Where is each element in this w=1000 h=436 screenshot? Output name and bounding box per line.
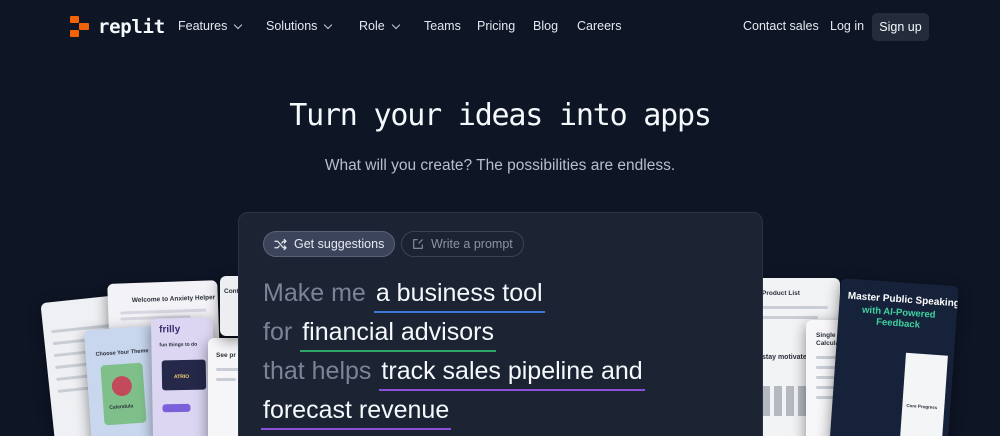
get-suggestions-label: Get suggestions xyxy=(294,237,385,251)
prompt-value-audience[interactable]: financial advisors xyxy=(300,318,496,352)
brand-logo[interactable]: replit xyxy=(70,16,165,38)
write-prompt-tab[interactable]: Write a prompt xyxy=(401,231,524,257)
nav-teams[interactable]: Teams xyxy=(424,19,461,33)
choose-theme-label: Choose Your Theme xyxy=(95,348,149,358)
nav-role[interactable]: Role xyxy=(359,19,400,33)
replit-logo-icon xyxy=(70,16,90,38)
prompt-line-4: forecast revenue xyxy=(261,396,452,430)
hero-subtitle: What will you create? The possibilities … xyxy=(324,157,676,174)
login-link[interactable]: Log in xyxy=(830,19,864,33)
prompt-prefix-that-helps: that helps xyxy=(263,357,372,385)
chevron-down-icon xyxy=(324,20,333,29)
prompt-line-2: for financial advisors xyxy=(263,318,496,352)
chevron-down-icon xyxy=(234,20,243,29)
prompt-line-1: Make me a business tool xyxy=(263,279,545,313)
prompt-value-purpose[interactable]: track sales pipeline and xyxy=(379,357,645,391)
frilly-logo-text: frilly xyxy=(159,324,181,336)
preview-card-frilly: frilly fun things to do ATRIO xyxy=(150,317,216,436)
nav-features[interactable]: Features xyxy=(178,19,243,33)
contact-sales-link[interactable]: Contact sales xyxy=(743,19,819,33)
prompt-prefix-make-me: Make me xyxy=(263,279,366,307)
nav-features-label: Features xyxy=(178,19,228,33)
write-prompt-label: Write a prompt xyxy=(431,237,513,251)
chevron-down-icon xyxy=(391,20,400,29)
prompt-line-3: that helps track sales pipeline and xyxy=(263,357,645,391)
top-nav: replit Features Solutions Role Teams Pri… xyxy=(0,0,1000,54)
speaking-subtitle: with AI-Powered Feedback xyxy=(861,304,936,331)
nav-role-label: Role xyxy=(359,19,385,33)
see-pr-label: See pr xyxy=(216,352,236,359)
fun-things-label: fun things to do xyxy=(159,341,198,349)
signup-button[interactable]: Sign up xyxy=(872,13,929,41)
stay-motivated-label: stay motivated xyxy=(762,354,812,361)
prompt-value-app-type[interactable]: a business tool xyxy=(373,279,545,313)
preview-card-public-speaking: Master Public Speaking with AI-Powered F… xyxy=(829,278,959,436)
shuffle-icon xyxy=(274,238,287,250)
prompt-value-purpose-cont[interactable]: forecast revenue xyxy=(261,396,452,430)
product-list-title: Product List xyxy=(762,290,800,297)
cont-label: Cont xyxy=(224,288,239,295)
brand-name: replit xyxy=(98,16,165,38)
edit-icon xyxy=(413,239,423,249)
nav-careers[interactable]: Careers xyxy=(577,19,621,33)
get-suggestions-tab[interactable]: Get suggestions xyxy=(263,231,396,257)
hero-title: Turn your ideas into apps xyxy=(289,98,712,133)
atrio-label: ATRIO xyxy=(173,373,190,381)
anxiety-card-title: Welcome to Anxiety Helper xyxy=(131,294,216,305)
prompt-panel: Get suggestions Write a prompt Make me a… xyxy=(238,212,763,436)
nav-solutions-label: Solutions xyxy=(266,19,318,33)
nav-pricing[interactable]: Pricing xyxy=(477,19,515,33)
prompt-prefix-for: for xyxy=(263,318,293,346)
nav-solutions[interactable]: Solutions xyxy=(266,19,333,33)
nav-blog[interactable]: Blog xyxy=(533,19,558,33)
